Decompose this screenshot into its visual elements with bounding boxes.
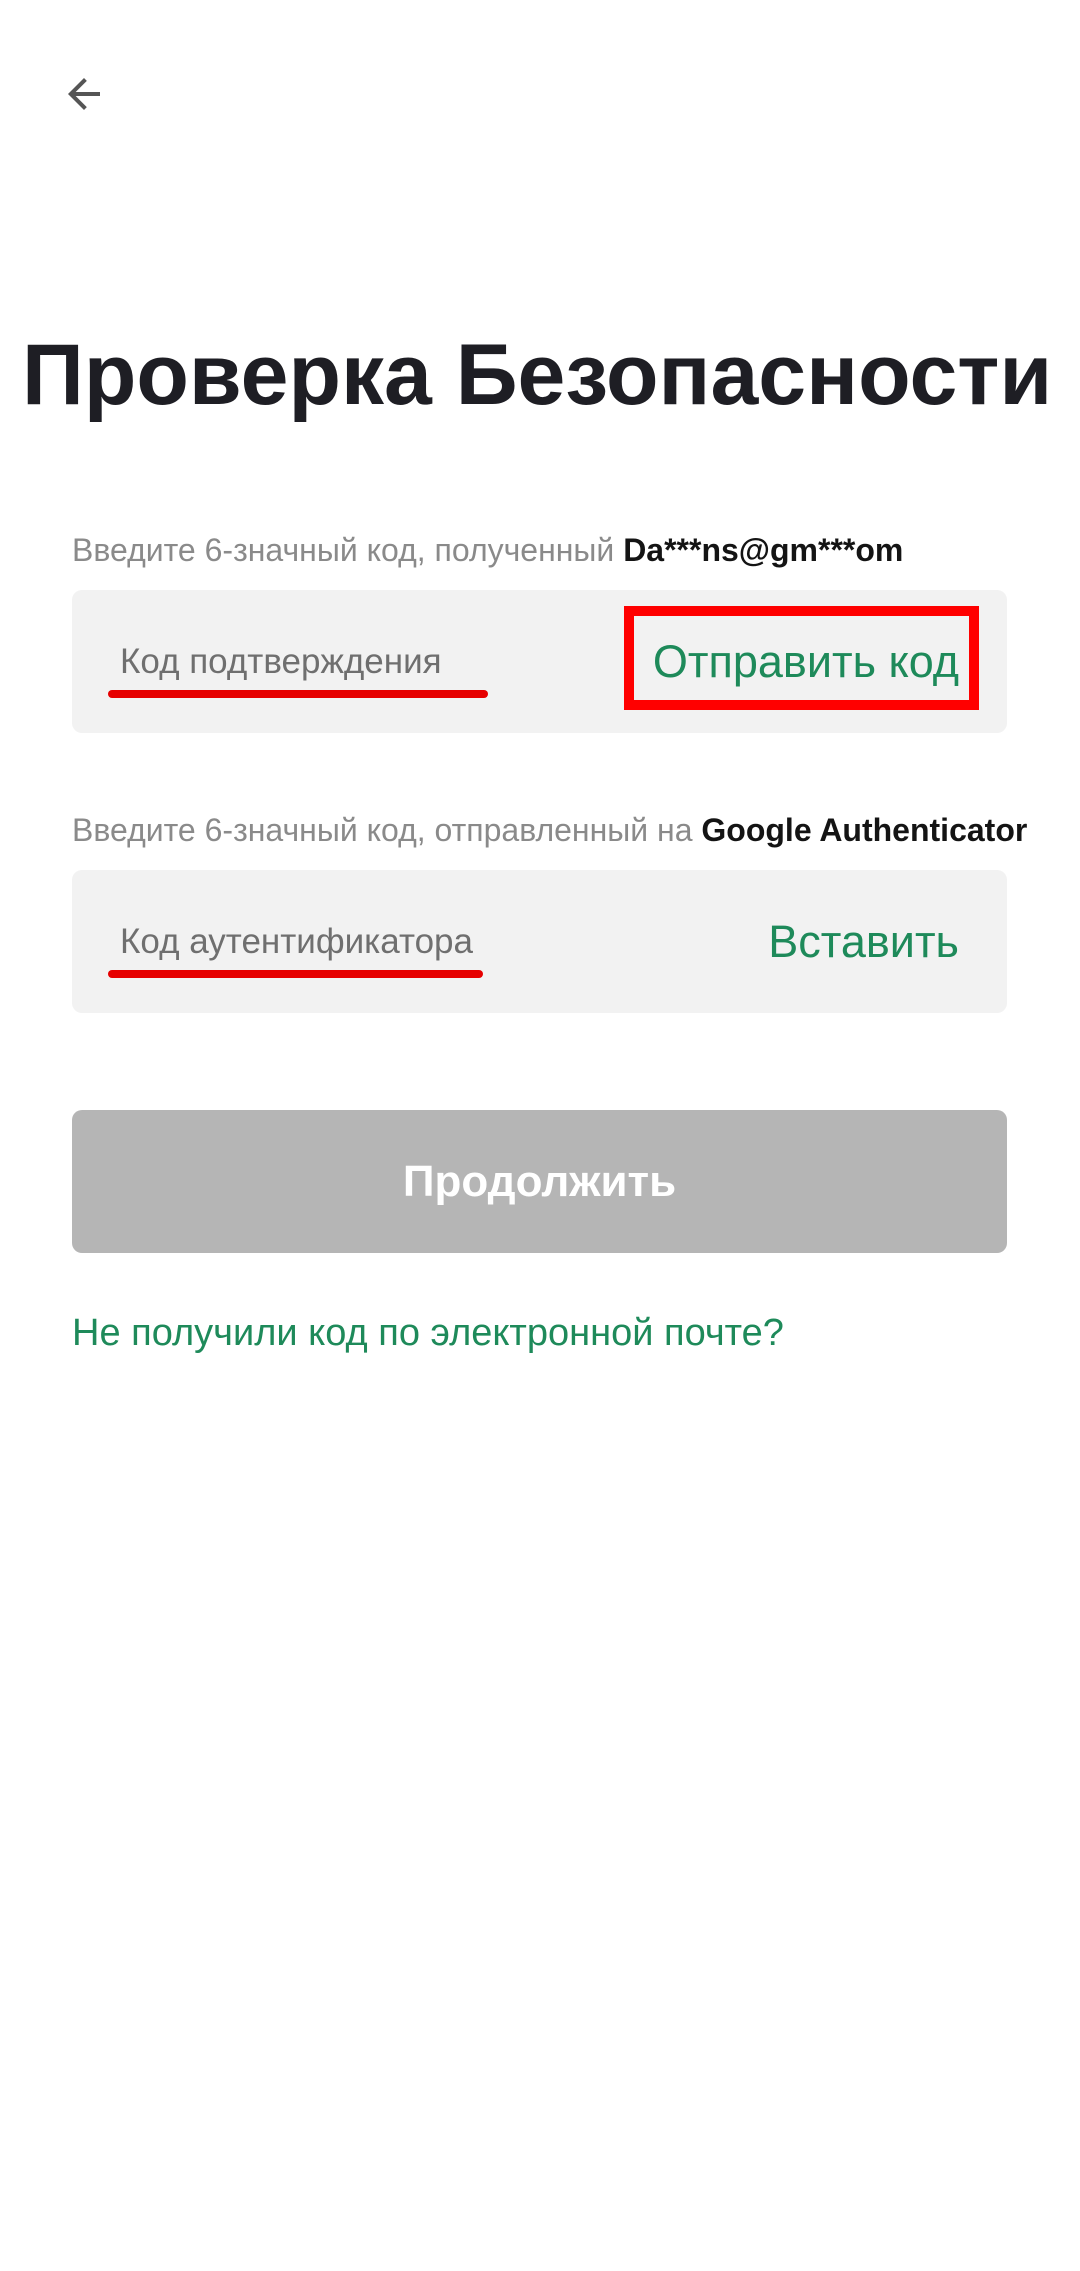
page-title: Проверка Безопасности bbox=[22, 327, 1053, 423]
ga-hint-prefix: Введите 6-значный код, отправленный на bbox=[72, 812, 702, 848]
annotation-underline bbox=[108, 970, 483, 978]
paste-button[interactable]: Вставить bbox=[768, 910, 959, 974]
authenticator-code-input[interactable] bbox=[120, 912, 640, 972]
authenticator-code-field: Вставить bbox=[72, 870, 1007, 1013]
email-hint-prefix: Введите 6-значный код, полученный bbox=[72, 532, 624, 568]
verification-code-input[interactable] bbox=[120, 632, 640, 692]
verification-code-field: Отправить код bbox=[72, 590, 1007, 733]
authenticator-code-hint: Введите 6-значный код, отправленный на G… bbox=[72, 808, 1072, 852]
didnt-receive-code-link[interactable]: Не получили код по электронной почте? bbox=[72, 1306, 784, 1360]
continue-button[interactable]: Продолжить bbox=[72, 1110, 1007, 1253]
annotation-underline bbox=[108, 690, 488, 698]
arrow-left-icon bbox=[68, 78, 100, 110]
masked-email: Da***ns@gm***om bbox=[623, 532, 904, 568]
authenticator-name: Google Authenticator bbox=[701, 812, 1028, 848]
email-code-hint: Введите 6-значный код, полученный Da***n… bbox=[72, 528, 1072, 572]
back-button[interactable] bbox=[52, 62, 116, 126]
send-code-button[interactable]: Отправить код bbox=[653, 630, 959, 694]
security-verification-screen: Проверка Безопасности Введите 6-значный … bbox=[0, 0, 1080, 2271]
